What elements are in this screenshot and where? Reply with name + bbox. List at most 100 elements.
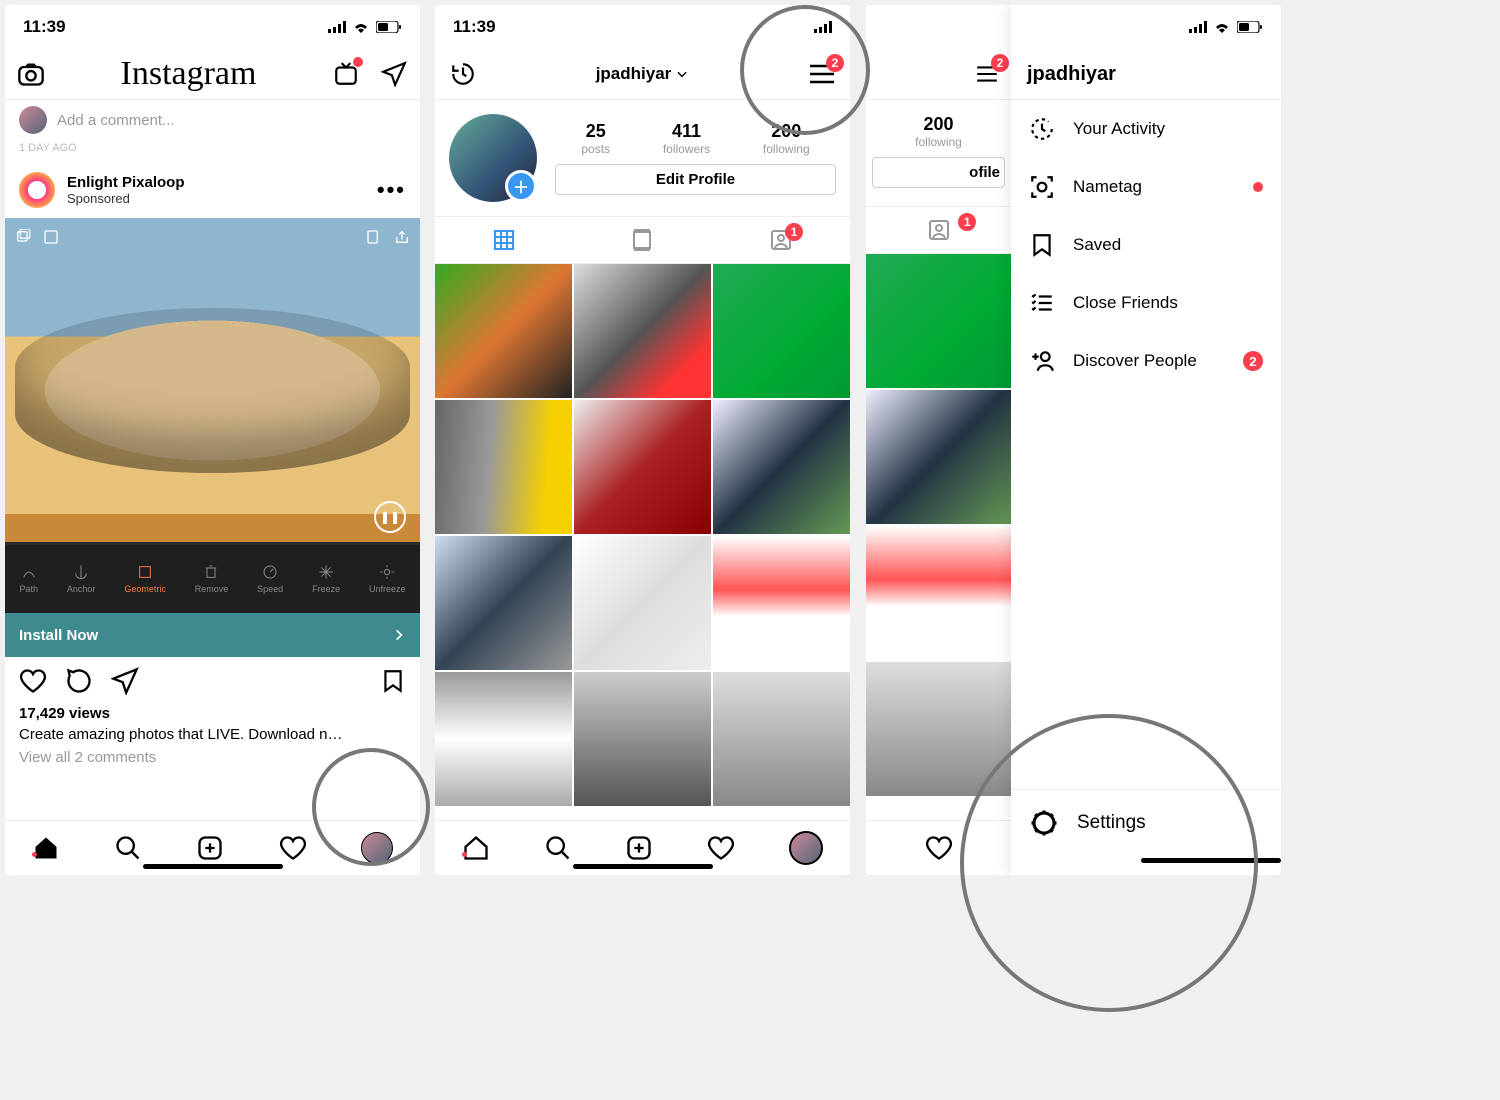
install-button[interactable]: Install Now (5, 613, 420, 657)
status-indicators (328, 21, 402, 33)
drawer-menu: Your Activity Nametag Saved Close Friend… (1011, 100, 1281, 789)
tab-grid[interactable] (435, 217, 573, 263)
post-thumb[interactable] (866, 526, 1011, 660)
post-header: Enlight Pixaloop Sponsored ••• (5, 162, 420, 218)
signal-icon (328, 21, 346, 33)
sponsor-avatar-icon[interactable] (19, 172, 55, 208)
nametag-dot (1253, 182, 1263, 192)
nav-profile-avatar[interactable] (789, 831, 823, 865)
like-icon[interactable] (19, 667, 47, 695)
post-thumb[interactable] (574, 264, 711, 398)
tagged-badge: 1 (958, 213, 976, 231)
menu-settings[interactable]: Settings (1011, 789, 1281, 856)
profile-header: jpadhiyar 2 (435, 49, 850, 100)
menu-saved[interactable]: Saved (1011, 216, 1281, 274)
underlay-edit-button[interactable]: ofile (872, 157, 1005, 188)
edit-profile-button[interactable]: Edit Profile (555, 164, 836, 195)
add-story-icon[interactable]: ＋ (505, 170, 537, 202)
signal-icon (1189, 21, 1207, 33)
share-post-icon[interactable] (111, 667, 139, 695)
wifi-icon (352, 21, 370, 33)
time-label: 11:39 (453, 17, 496, 37)
tab-tagged[interactable]: 1 (866, 207, 1011, 253)
nav-activity-icon[interactable] (707, 834, 735, 862)
time-label: 11:39 (23, 17, 66, 37)
profile-stats-row: ＋ 25posts 411followers 200following Edit… (435, 100, 850, 216)
status-indicators (814, 21, 832, 33)
nav-activity-icon[interactable] (925, 834, 953, 862)
post-thumb[interactable] (866, 390, 1011, 524)
nav-activity-icon[interactable] (279, 834, 307, 862)
camera-icon[interactable] (17, 60, 45, 88)
tab-tagged[interactable]: 1 (712, 217, 850, 263)
tab-feed[interactable] (573, 217, 711, 263)
menu-discover-people[interactable]: Discover People 2 (1011, 332, 1281, 390)
tool-anchor[interactable]: Anchor (67, 564, 96, 594)
phone-drawer: 2 200following ofile 1 (866, 5, 1281, 875)
direct-icon[interactable] (380, 60, 408, 88)
status-indicators (1189, 21, 1263, 33)
sponsor-name[interactable]: Enlight Pixaloop (67, 174, 185, 191)
battery-icon (1237, 21, 1263, 33)
post-thumb[interactable] (866, 662, 1011, 796)
post-thumb[interactable] (866, 254, 1011, 388)
nav-add-icon[interactable] (196, 834, 224, 862)
activity-icon (1029, 116, 1055, 142)
avatar-icon (19, 106, 47, 134)
profile-avatar[interactable]: ＋ (449, 114, 537, 202)
post-thumb[interactable] (713, 536, 850, 670)
profile-tabs: 1 (435, 216, 850, 264)
igtv-icon[interactable] (332, 60, 360, 88)
username-dropdown[interactable]: jpadhiyar (596, 64, 690, 84)
views-count[interactable]: 17,429 views (5, 705, 420, 722)
comment-icon[interactable] (65, 667, 93, 695)
menu-nametag[interactable]: Nametag (1011, 158, 1281, 216)
chevron-right-icon (392, 628, 406, 642)
nav-profile-avatar[interactable] (361, 832, 393, 864)
nav-search-icon[interactable] (544, 834, 572, 862)
save-icon[interactable] (380, 668, 406, 694)
nav-search-icon[interactable] (114, 834, 142, 862)
post-thumb[interactable] (713, 400, 850, 534)
menu-icon[interactable]: 2 (808, 60, 836, 88)
post-thumb[interactable] (435, 672, 572, 806)
discover-icon (1029, 348, 1055, 374)
carousel-icon (15, 229, 31, 245)
post-thumb[interactable] (574, 672, 711, 806)
nav-add-icon[interactable] (625, 834, 653, 862)
post-more-icon[interactable]: ••• (377, 177, 406, 203)
menu-your-activity[interactable]: Your Activity (1011, 100, 1281, 158)
post-thumb[interactable] (574, 400, 711, 534)
archive-icon[interactable] (449, 60, 477, 88)
menu-icon[interactable]: 2 (973, 60, 1001, 88)
post-thumb[interactable] (713, 264, 850, 398)
stat-followers[interactable]: 411followers (663, 121, 710, 156)
post-caption: Create amazing photos that LIVE. Downloa… (5, 722, 420, 747)
status-bar: 11:39 (435, 5, 850, 49)
drawer-username: jpadhiyar (1011, 49, 1281, 100)
post-actions (5, 657, 420, 705)
menu-close-friends[interactable]: Close Friends (1011, 274, 1281, 332)
tool-path[interactable]: Path (19, 564, 38, 594)
nav-home-icon[interactable] (462, 834, 490, 862)
post-thumb[interactable] (435, 536, 572, 670)
post-thumb[interactable] (713, 672, 850, 806)
post-thumb[interactable] (435, 400, 572, 534)
stat-following[interactable]: 200following (763, 121, 810, 156)
nav-home-icon[interactable] (32, 834, 60, 862)
tool-geometric[interactable]: Geometric (124, 564, 166, 594)
post-thumb[interactable] (435, 264, 572, 398)
tagged-badge: 1 (785, 223, 803, 241)
pause-icon[interactable]: ❚❚ (374, 501, 406, 533)
tool-unfreeze[interactable]: Unfreeze (369, 564, 406, 594)
post-thumb[interactable] (574, 536, 711, 670)
tool-speed[interactable]: Speed (257, 564, 283, 594)
copy-icon (366, 229, 382, 245)
tool-freeze[interactable]: Freeze (312, 564, 340, 594)
post-media[interactable]: ❚❚ Path Anchor Geometric Remove Speed Fr… (5, 218, 420, 613)
status-bar: 11:39 (5, 5, 420, 49)
comment-input-row[interactable]: Add a comment... (5, 100, 420, 140)
view-comments-link[interactable]: View all 2 comments (5, 747, 420, 774)
stat-posts[interactable]: 25posts (581, 121, 610, 156)
tool-remove[interactable]: Remove (195, 564, 229, 594)
